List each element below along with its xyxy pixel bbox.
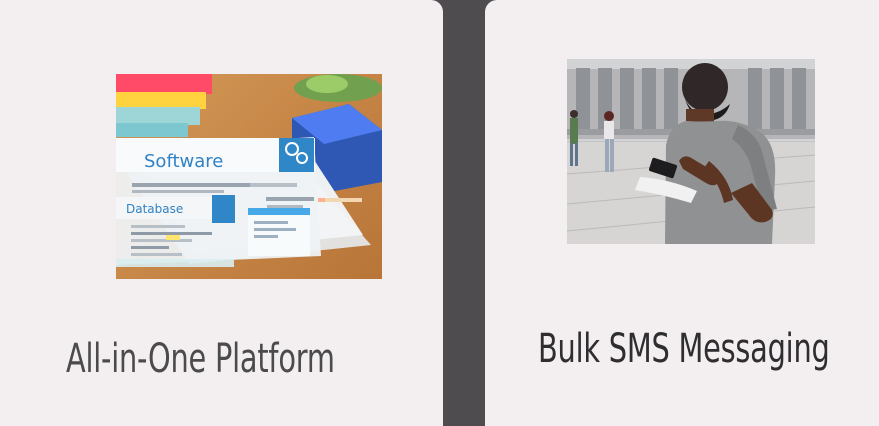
- svg-text:Software: Software: [144, 151, 223, 172]
- all-in-one-platform-card: Software Database All-in-One Platform: [0, 0, 443, 426]
- svg-text:Database: Database: [126, 202, 183, 216]
- person-texting-photo: [567, 59, 815, 244]
- software-database-illustration: Software Database: [116, 74, 382, 267]
- software-database-image: Software Database: [116, 74, 382, 279]
- card-title: Bulk SMS Messaging: [538, 326, 830, 372]
- person-texting-illustration: [567, 59, 815, 244]
- card-title: All-in-One Platform: [66, 336, 335, 382]
- bulk-sms-messaging-card: Bulk SMS Messaging: [485, 0, 879, 426]
